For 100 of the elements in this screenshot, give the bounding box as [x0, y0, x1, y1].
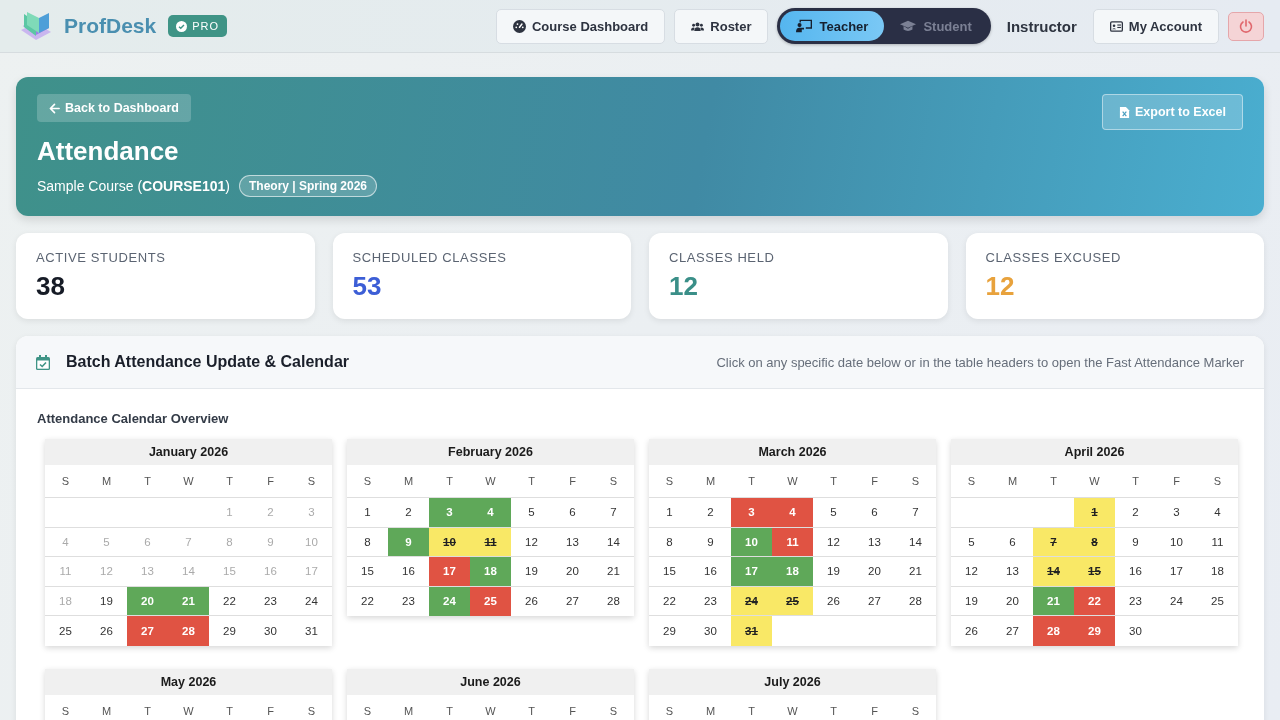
weekday-label: W — [1088, 475, 1101, 487]
calendar-date[interactable]: 19 — [951, 586, 992, 615]
calendar-date[interactable]: 3 — [1156, 498, 1197, 527]
calendar-date[interactable]: 8 — [347, 527, 388, 556]
marked-date[interactable]: 14 — [1033, 557, 1074, 586]
account-button[interactable]: My Account — [1092, 8, 1219, 44]
calendar-date[interactable]: 9 — [690, 527, 731, 556]
calendar-date[interactable]: 29 — [209, 616, 250, 646]
calendar-date[interactable]: 12 — [813, 527, 854, 556]
calendar-date[interactable]: 18 — [1197, 557, 1238, 586]
calendar-date[interactable]: 26 — [86, 616, 127, 646]
marked-date[interactable]: 10 — [429, 527, 470, 556]
calendar-date[interactable]: 21 — [593, 557, 634, 586]
calendar-date[interactable]: 14 — [593, 527, 634, 556]
calendar-date[interactable]: 6 — [992, 527, 1033, 556]
calendar-date[interactable]: 15 — [347, 557, 388, 586]
calendar-date[interactable]: 20 — [854, 557, 895, 586]
weekday-label: S — [966, 475, 977, 487]
marked-date[interactable]: 29 — [1074, 616, 1115, 646]
calendar-date[interactable]: 4 — [1197, 498, 1238, 527]
marked-date[interactable]: 1 — [1074, 498, 1115, 527]
calendar-date[interactable]: 11 — [1197, 527, 1238, 556]
marked-date[interactable]: 11 — [470, 527, 511, 556]
calendar-date[interactable]: 2 — [690, 498, 731, 527]
calendar-date[interactable]: 30 — [250, 616, 291, 646]
weekday-label: M — [100, 705, 113, 717]
marked-date[interactable]: 7 — [1033, 527, 1074, 556]
calendar-date[interactable]: 12 — [511, 527, 552, 556]
marked-date[interactable]: 3 — [731, 498, 772, 527]
calendar-date[interactable]: 19 — [86, 586, 127, 615]
calendar-date[interactable]: 13 — [992, 557, 1033, 586]
mode-tab[interactable]: Teacher — [780, 11, 885, 41]
calendar-date[interactable]: 20 — [992, 586, 1033, 615]
calendar-date[interactable]: 28 — [593, 586, 634, 616]
calendar-date[interactable]: 16 — [388, 557, 429, 586]
calendar-date[interactable]: 30 — [1115, 616, 1156, 646]
calendar-date[interactable]: 13 — [552, 527, 593, 556]
calendar-date[interactable]: 7 — [593, 498, 634, 527]
calendar-date[interactable]: 27 — [992, 616, 1033, 646]
calendar-date[interactable]: 2 — [1115, 498, 1156, 527]
calendar-date[interactable]: 25 — [45, 616, 86, 646]
marked-date[interactable]: 28 — [1033, 616, 1074, 646]
calendar-date[interactable]: 27 — [552, 586, 593, 616]
calendar-date[interactable]: 17 — [1156, 557, 1197, 586]
calendar-date[interactable]: 9 — [1115, 527, 1156, 556]
calendar-date[interactable]: 29 — [649, 616, 690, 646]
marked-date[interactable]: 4 — [772, 498, 813, 527]
calendar-date[interactable]: 24 — [1156, 586, 1197, 615]
weekday-label: T — [829, 475, 838, 487]
calendar-date[interactable]: 14 — [895, 527, 936, 556]
calendar-date[interactable]: 19 — [813, 557, 854, 586]
calendar-date[interactable]: 19 — [511, 557, 552, 586]
calendar-date[interactable]: 5 — [511, 498, 552, 527]
marked-date[interactable]: 28 — [168, 616, 209, 646]
marked-date[interactable]: 31 — [731, 616, 772, 646]
calendar-date[interactable]: 30 — [690, 616, 731, 646]
marked-date[interactable]: 27 — [127, 616, 168, 646]
calendar-date[interactable]: 16 — [1115, 557, 1156, 586]
marked-date[interactable]: 15 — [1074, 557, 1115, 586]
calendar-date[interactable]: 6 — [854, 498, 895, 527]
marked-date[interactable]: 24 — [731, 586, 772, 615]
marked-date[interactable]: 25 — [772, 586, 813, 615]
calendar-date[interactable]: 7 — [895, 498, 936, 527]
calendar-date[interactable]: 8 — [649, 527, 690, 556]
marked-date[interactable]: 17 — [429, 557, 470, 586]
calendar-date[interactable]: 6 — [552, 498, 593, 527]
calendar-date[interactable]: 5 — [951, 527, 992, 556]
calendar-date[interactable]: 22 — [209, 586, 250, 615]
calendar-date[interactable]: 27 — [854, 586, 895, 615]
calendar-date[interactable]: 13 — [854, 527, 895, 556]
calendar-date[interactable]: 26 — [951, 616, 992, 646]
calendar-date[interactable]: 22 — [347, 586, 388, 616]
calendar-date[interactable]: 15 — [649, 557, 690, 586]
marked-date[interactable]: 25 — [470, 586, 511, 616]
course-dashboard-button[interactable]: Course Dashboard — [496, 8, 666, 44]
calendar-date[interactable]: 1 — [649, 498, 690, 527]
calendar-date[interactable]: 21 — [895, 557, 936, 586]
marked-date[interactable]: 11 — [772, 527, 813, 556]
calendar-date[interactable]: 1 — [347, 498, 388, 527]
calendar-date[interactable]: 22 — [649, 586, 690, 615]
calendar-date[interactable]: 26 — [813, 586, 854, 615]
logout-button[interactable] — [1228, 11, 1264, 41]
calendar-date[interactable]: 23 — [388, 586, 429, 616]
roster-button[interactable]: Roster — [674, 8, 769, 44]
calendar-date[interactable]: 23 — [1115, 586, 1156, 615]
calendar-date[interactable]: 5 — [813, 498, 854, 527]
calendar-date[interactable]: 25 — [1197, 586, 1238, 615]
marked-date[interactable]: 22 — [1074, 586, 1115, 615]
calendar-date[interactable]: 23 — [690, 586, 731, 615]
calendar-date[interactable]: 16 — [690, 557, 731, 586]
calendar-date[interactable]: 12 — [951, 557, 992, 586]
marked-date[interactable]: 8 — [1074, 527, 1115, 556]
calendar-date[interactable]: 31 — [291, 616, 332, 646]
calendar-date[interactable]: 26 — [511, 586, 552, 616]
calendar-date[interactable]: 10 — [1156, 527, 1197, 556]
calendar-date[interactable]: 28 — [895, 586, 936, 615]
calendar-date[interactable]: 24 — [291, 586, 332, 615]
calendar-date[interactable]: 20 — [552, 557, 593, 586]
calendar-date[interactable]: 23 — [250, 586, 291, 615]
calendar-date[interactable]: 2 — [388, 498, 429, 527]
